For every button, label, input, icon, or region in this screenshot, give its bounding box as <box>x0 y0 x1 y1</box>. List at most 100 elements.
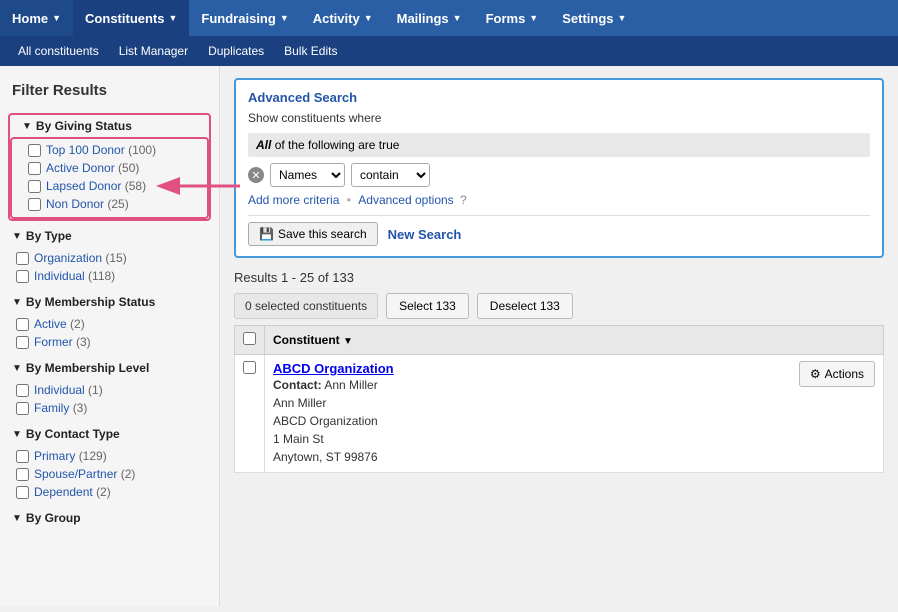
sub-nav: All constituents List Manager Duplicates… <box>0 36 898 66</box>
remove-criteria-button[interactable]: ✕ <box>248 167 264 183</box>
chevron-down-icon: ▼ <box>22 121 32 132</box>
memstatus-active-link[interactable]: Active <box>34 317 67 331</box>
giving-active-checkbox[interactable] <box>28 162 41 175</box>
list-item: Individual (1) <box>16 381 207 399</box>
type-org-link[interactable]: Organization <box>34 251 102 265</box>
advanced-search-panel: Advanced Search Show constituents where … <box>234 78 884 258</box>
nav-constituents-caret: ▼ <box>169 13 178 23</box>
giving-lapsed-checkbox[interactable] <box>28 180 41 193</box>
memlevel-family-link[interactable]: Family <box>34 401 69 415</box>
criteria-field-select[interactable]: Names Email Phone Address <box>270 163 345 187</box>
giving-non-link[interactable]: Non Donor <box>46 197 104 211</box>
giving-active-link[interactable]: Active Donor <box>46 161 115 175</box>
giving-lapsed-link[interactable]: Lapsed Donor <box>46 179 121 193</box>
add-more-criteria-link[interactable]: Add more criteria <box>248 193 339 207</box>
chevron-down-icon: ▼ <box>12 429 22 440</box>
memstatus-former-link[interactable]: Former <box>34 335 73 349</box>
memlevel-family-checkbox[interactable] <box>16 402 29 415</box>
contact-spouse-count: (2) <box>121 467 136 481</box>
search-criteria-row: ✕ Names Email Phone Address contain equa… <box>248 163 870 187</box>
filter-group-header[interactable]: ▼ By Group <box>0 507 219 529</box>
filter-membership-level: ▼ By Membership Level Individual (1) Fam… <box>0 357 219 421</box>
filter-type-items: Organization (15) Individual (118) <box>0 247 219 289</box>
save-search-button[interactable]: 💾 Save this search <box>248 222 378 246</box>
constituents-table: Constituent ▼ ABCD Organization <box>234 325 884 473</box>
memlevel-individual-checkbox[interactable] <box>16 384 29 397</box>
results-info: Results 1 - 25 of 133 <box>234 270 884 285</box>
contact-spouse-link[interactable]: Spouse/Partner <box>34 467 117 481</box>
constituent-details: Contact: Ann Miller Ann Miller ABCD Orga… <box>273 376 394 466</box>
sort-arrow-icon: ▼ <box>343 336 353 347</box>
select-all-checkbox[interactable] <box>243 332 256 345</box>
memlevel-family-count: (3) <box>73 401 88 415</box>
nav-activity[interactable]: Activity ▼ <box>301 0 385 36</box>
filter-giving-status-header[interactable]: ▼ By Giving Status <box>10 115 209 137</box>
subnav-list-manager[interactable]: List Manager <box>109 36 198 66</box>
memlevel-individual-count: (1) <box>88 383 103 397</box>
select-all-button[interactable]: Select 133 <box>386 293 469 319</box>
list-item: Active (2) <box>16 315 207 333</box>
row-select-checkbox[interactable] <box>243 361 256 374</box>
filter-membership-level-header[interactable]: ▼ By Membership Level <box>0 357 219 379</box>
all-following-label: All of the following are true <box>248 133 870 157</box>
type-individual-link[interactable]: Individual <box>34 269 85 283</box>
constituent-column-header[interactable]: Constituent ▼ <box>265 326 884 355</box>
sidebar: Filter Results ▼ By Giving Status Top 10… <box>0 66 220 606</box>
giving-top100-checkbox[interactable] <box>28 144 41 157</box>
nav-settings[interactable]: Settings ▼ <box>550 0 638 36</box>
top-nav: Home ▼ Constituents ▼ Fundraising ▼ Acti… <box>0 0 898 36</box>
list-item: Lapsed Donor (58) <box>28 177 195 195</box>
filter-membership-status: ▼ By Membership Status Active (2) Former… <box>0 291 219 355</box>
list-item: Non Donor (25) <box>28 195 195 213</box>
select-all-checkbox-header <box>235 326 265 355</box>
subnav-duplicates[interactable]: Duplicates <box>198 36 274 66</box>
filter-contact-type-header[interactable]: ▼ By Contact Type <box>0 423 219 445</box>
advanced-options-link[interactable]: Advanced options <box>358 193 453 207</box>
new-search-button[interactable]: New Search <box>388 227 462 242</box>
list-item: Individual (118) <box>16 267 207 285</box>
filter-contact-type-items: Primary (129) Spouse/Partner (2) Depende… <box>0 445 219 505</box>
content-area: Advanced Search Show constituents where … <box>220 66 898 606</box>
memstatus-former-checkbox[interactable] <box>16 336 29 349</box>
memstatus-active-checkbox[interactable] <box>16 318 29 331</box>
memlevel-individual-link[interactable]: Individual <box>34 383 85 397</box>
chevron-down-icon: ▼ <box>12 513 22 524</box>
nav-mailings[interactable]: Mailings ▼ <box>385 0 474 36</box>
advanced-search-subtitle: Show constituents where <box>248 111 870 125</box>
contact-dependent-link[interactable]: Dependent <box>34 485 93 499</box>
giving-top100-link[interactable]: Top 100 Donor <box>46 143 125 157</box>
contact-primary-link[interactable]: Primary <box>34 449 75 463</box>
type-org-checkbox[interactable] <box>16 252 29 265</box>
search-links: Add more criteria • Advanced options ? <box>248 193 870 207</box>
nav-forms[interactable]: Forms ▼ <box>474 0 551 36</box>
actions-button[interactable]: ⚙ Actions <box>799 361 875 387</box>
contact-spouse-checkbox[interactable] <box>16 468 29 481</box>
main-layout: Filter Results ▼ By Giving Status Top 10… <box>0 66 898 606</box>
filter-membership-status-header[interactable]: ▼ By Membership Status <box>0 291 219 313</box>
selected-count-label: 0 selected constituents <box>234 293 378 319</box>
contact-dependent-checkbox[interactable] <box>16 486 29 499</box>
subnav-all-constituents[interactable]: All constituents <box>8 36 109 66</box>
criteria-operator-select[interactable]: contain equal start with is blank <box>351 163 430 187</box>
type-individual-checkbox[interactable] <box>16 270 29 283</box>
filter-type-header[interactable]: ▼ By Type <box>0 225 219 247</box>
nav-mailings-caret: ▼ <box>453 13 462 23</box>
contact-dependent-count: (2) <box>96 485 111 499</box>
subnav-bulk-edits[interactable]: Bulk Edits <box>274 36 347 66</box>
chevron-down-icon: ▼ <box>12 297 22 308</box>
constituent-name-link[interactable]: ABCD Organization <box>273 361 394 376</box>
type-org-count: (15) <box>105 251 126 265</box>
gear-icon: ⚙ <box>810 367 821 381</box>
search-actions: 💾 Save this search New Search <box>248 215 870 246</box>
nav-constituents[interactable]: Constituents ▼ <box>73 0 189 36</box>
memstatus-former-count: (3) <box>76 335 91 349</box>
deselect-all-button[interactable]: Deselect 133 <box>477 293 573 319</box>
nav-fundraising[interactable]: Fundraising ▼ <box>189 0 300 36</box>
filter-group: ▼ By Group <box>0 507 219 529</box>
list-item: Organization (15) <box>16 249 207 267</box>
giving-active-count: (50) <box>118 161 139 175</box>
constituent-cell: ABCD Organization Contact: Ann Miller An… <box>265 355 884 473</box>
contact-primary-checkbox[interactable] <box>16 450 29 463</box>
nav-home[interactable]: Home ▼ <box>0 0 73 36</box>
giving-non-checkbox[interactable] <box>28 198 41 211</box>
